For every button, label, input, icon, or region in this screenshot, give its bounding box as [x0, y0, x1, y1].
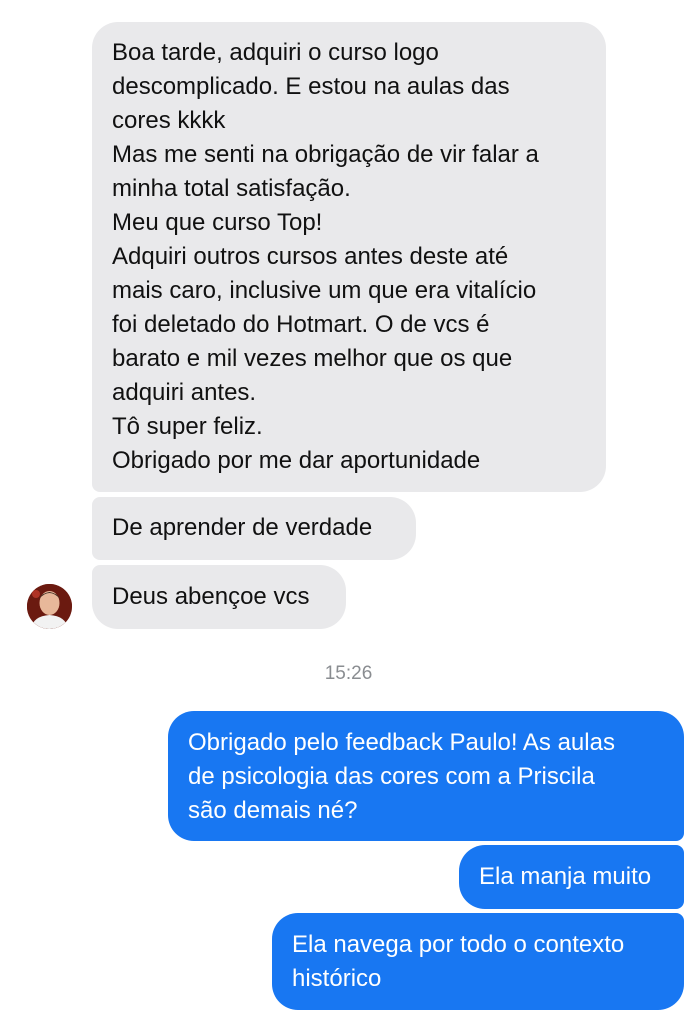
incoming-message[interactable]: Boa tarde, adquiri o curso logo descompl…	[92, 22, 606, 492]
incoming-message[interactable]: Deus abençoe vcs	[92, 565, 346, 629]
incoming-message[interactable]: De aprender de verdade	[92, 497, 416, 560]
contact-avatar[interactable]	[27, 584, 72, 629]
outgoing-message[interactable]: Ela navega por todo o contexto histórico	[272, 913, 684, 1010]
outgoing-message[interactable]: Ela manja muito	[459, 845, 684, 909]
message-timestamp: 15:26	[324, 663, 373, 684]
avatar-photo-icon	[27, 584, 72, 629]
outgoing-message[interactable]: Obrigado pelo feedback Paulo! As aulas d…	[168, 711, 684, 841]
